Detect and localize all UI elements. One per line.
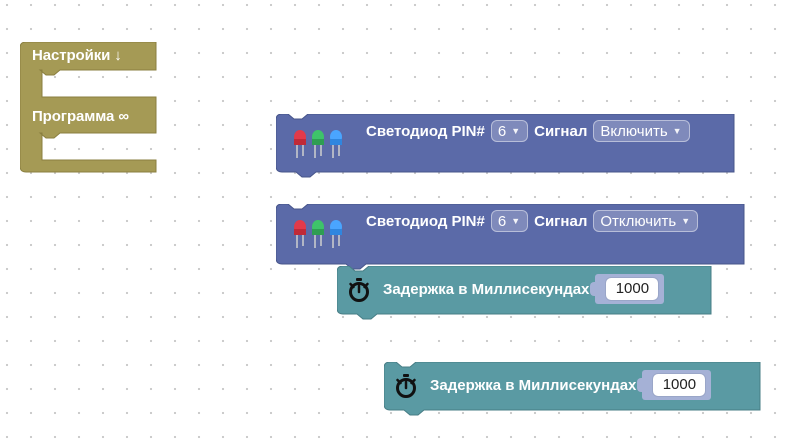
- signal-dropdown[interactable]: Отключить ▼: [593, 210, 699, 232]
- delay-label: Задержка в Миллисекундах: [430, 376, 637, 394]
- led-label: Светодиод PIN#: [366, 122, 485, 140]
- chevron-down-icon: ▼: [672, 126, 682, 136]
- pin-value: 6: [497, 212, 507, 230]
- stopwatch-icon: [394, 373, 418, 399]
- signal-value: Включить: [600, 122, 668, 140]
- signal-value: Отключить: [600, 212, 677, 230]
- pin-dropdown[interactable]: 6 ▼: [490, 120, 529, 142]
- led-on-row: Светодиод PIN# 6 ▼ Сигнал Включить ▼: [366, 120, 690, 142]
- delay-ms-input[interactable]: 1000: [652, 373, 707, 397]
- led-label: Светодиод PIN#: [366, 212, 485, 230]
- signal-dropdown[interactable]: Включить ▼: [593, 120, 690, 142]
- delay-ms-input[interactable]: 1000: [605, 277, 660, 301]
- delay-row: Задержка в Миллисекундах 1000: [430, 370, 712, 400]
- chevron-down-icon: ▼: [511, 216, 521, 226]
- signal-label: Сигнал: [534, 122, 588, 140]
- led-off-block[interactable]: Светодиод PIN# 6 ▼ Сигнал Отключить ▼: [276, 204, 746, 270]
- stopwatch-icon: [347, 277, 371, 303]
- led-rgb-icon: [290, 128, 346, 160]
- delay-value-socket: 1000: [590, 274, 665, 304]
- setup-label: Настройки ↓: [32, 47, 122, 64]
- pin-value: 6: [497, 122, 507, 140]
- pin-dropdown[interactable]: 6 ▼: [490, 210, 529, 232]
- chevron-down-icon: ▼: [511, 126, 521, 136]
- led-on-block[interactable]: Светодиод PIN# 6 ▼ Сигнал Включить ▼: [276, 114, 736, 180]
- delay-value-socket: 1000: [637, 370, 712, 400]
- delay-block[interactable]: Задержка в Миллисекундах 1000: [384, 362, 762, 416]
- signal-label: Сигнал: [534, 212, 588, 230]
- blockly-workspace[interactable]: Настройки ↓ Программа ∞ Светодиод PIN# 6…: [0, 0, 791, 444]
- delay-block[interactable]: Задержка в Миллисекундах 1000: [337, 266, 713, 320]
- delay-row: Задержка в Миллисекундах 1000: [383, 274, 665, 304]
- delay-label: Задержка в Миллисекундах: [383, 280, 590, 298]
- loop-label: Программа ∞: [32, 108, 129, 125]
- led-off-row: Светодиод PIN# 6 ▼ Сигнал Отключить ▼: [366, 210, 699, 232]
- chevron-down-icon: ▼: [681, 216, 691, 226]
- led-rgb-icon: [290, 218, 346, 250]
- setup-loop-block[interactable]: Настройки ↓ Программа ∞: [20, 42, 160, 174]
